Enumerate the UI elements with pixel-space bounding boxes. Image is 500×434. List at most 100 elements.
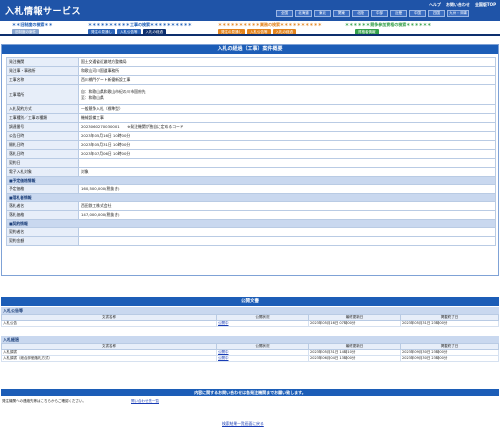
detail-row: 落札日時 2023年07月06日 10時00分: [6, 149, 496, 159]
region-tab[interactable]: 北海道: [295, 10, 312, 17]
site-title: 入札情報サービス: [5, 7, 82, 17]
doc-name: 入札公告: [1, 320, 217, 327]
estimate-section-title: ■予定価格情報: [6, 176, 496, 185]
past-search-title: 旧制度の検索: [20, 22, 45, 27]
row-label: 入札契約方式: [6, 104, 79, 114]
region-tabs: 全国 北海道 東北 関東 北陸 中部 近畿 中国 四国 九州・沖縄: [276, 10, 469, 17]
row-label: 工事場所: [6, 84, 79, 105]
section-header: ■予定価格情報: [6, 176, 496, 185]
detail-title: 入札の経過（工事）案件概要: [2, 45, 498, 54]
row-value: 機械設備工事: [78, 113, 496, 123]
contract-section-title: ■契約情報: [6, 219, 496, 228]
row-label: 発注機関: [6, 57, 79, 67]
table-row: 入札調書（総合評価落札方式） 公開中 2023年06月04日 13時00分 20…: [1, 355, 499, 362]
notice-documents-table: 文書名称 公開状況 最終更新日 掲載終了日 入札公告 公開中 2023年05月1…: [1, 314, 499, 327]
row-value: 西川橋門ゲート新優新設工事: [78, 75, 496, 85]
row-value: 和歌山河川国道事務所: [78, 66, 496, 76]
nav-divider: [0, 34, 500, 36]
doc-updated: 2023年05月16日 07時00分: [308, 320, 401, 327]
row-value: 2023年05月31日 10時00分: [78, 140, 496, 150]
public-documents: 公開文書 入札公告等 文書名称 公開状況 最終更新日 掲載終了日 入札公告 公開…: [1, 297, 499, 362]
row-label: 発注事・事務所: [6, 66, 79, 76]
search-navigation: ＊＊旧制度の検索＊＊ 旧制度の案件 ＊＊＊＊＊＊＊＊＊＊工事の検索＊＊＊＊＊＊＊…: [0, 21, 500, 36]
region-tab[interactable]: 関東: [333, 10, 350, 17]
doc-name: 入札調書（総合評価落札方式）: [1, 355, 217, 362]
section-header: ■落札者情報: [6, 193, 496, 202]
region-tab[interactable]: 北陸: [352, 10, 369, 17]
top-links: ヘルプ お問い合わせ 全国版TOP: [429, 2, 496, 8]
row-value: 自：和歌山県和歌山市紀の川市国府先 至：和歌山県: [78, 84, 496, 105]
inquiry-text: 発注機関への連絡先等はこちらからご確認ください。: [2, 399, 86, 403]
row-label: 契約者名: [6, 227, 79, 237]
row-value: 2023年05月16日 10時00分: [78, 131, 496, 141]
detail-row: 発注事・事務所 和歌山河川国道事務所: [6, 66, 496, 76]
row-value: 国土交通省近畿地方整備局: [78, 57, 496, 67]
detail-row: 入札契約方式 一般競争入札（標準型）: [6, 104, 496, 114]
detail-row: 発注機関 国土交通省近畿地方整備局: [6, 57, 496, 67]
row-label: 公告日時: [6, 131, 79, 141]
works-search-title: 工事の検索: [130, 22, 150, 27]
contact-list-link[interactable]: 問い合わせ先一覧: [131, 399, 159, 404]
row-value: 対象: [78, 167, 496, 177]
row-value: 西田鉄工株式会社: [78, 201, 496, 211]
result-group-title: 入札経過: [1, 336, 499, 343]
row-value: [78, 236, 496, 246]
row-value: 一般競争入札（標準型）: [78, 104, 496, 114]
row-label: 電子入札対象: [6, 167, 79, 177]
winner-section-title: ■落札者情報: [6, 193, 496, 202]
qualification-search-title: 競争参加資格の検索: [370, 22, 407, 27]
doc-end: 2023年05月31日 23時00分: [400, 320, 499, 327]
row-value: 160,500,000(税抜き): [78, 184, 496, 194]
detail-row: 契約金額: [6, 236, 496, 246]
row-label: 落札日時: [6, 149, 79, 159]
table-row: 入札公告 公開中 2023年05月16日 07時00分 2023年05月31日 …: [1, 320, 499, 327]
row-label: 調達番号: [6, 122, 79, 132]
row-label: 開札日時: [6, 140, 79, 150]
national-top-link[interactable]: 全国版TOP: [475, 2, 496, 8]
doc-status-link[interactable]: 公開中: [216, 355, 309, 362]
row-value: [78, 158, 496, 168]
row-value: 2023年07月06日 10時00分: [78, 149, 496, 159]
doc-status-link[interactable]: 公開中: [216, 320, 309, 327]
row-label: 落札者名: [6, 201, 79, 211]
row-label: 工事名称: [6, 75, 79, 85]
detail-row: 契約日: [6, 158, 496, 168]
row-value: 147,000,000(税抜き): [78, 210, 496, 220]
detail-row: 電子入札対象 対象: [6, 167, 496, 177]
detail-row: 工事種別／工事の種類 機械設備工事: [6, 113, 496, 123]
help-link[interactable]: ヘルプ: [429, 2, 441, 8]
region-tab[interactable]: 東北: [314, 10, 331, 17]
row-label: 予定価格: [6, 184, 79, 194]
contact-link[interactable]: お問い合わせ: [446, 2, 470, 8]
region-tab[interactable]: 全国: [276, 10, 293, 17]
detail-row: 工事名称 西川橋門ゲート新優新設工事: [6, 75, 496, 85]
region-tab[interactable]: 中国: [409, 10, 426, 17]
region-tab[interactable]: 中部: [371, 10, 388, 17]
inquiry-row: 発注機関への連絡先等はこちらからご確認ください。 問い合わせ先一覧: [1, 398, 499, 405]
row-value: 2023060270030001 ※発注機関が独自に定めるコード: [78, 122, 496, 132]
result-documents-table: 文書名称 公開状況 最終更新日 掲載終了日 入札調書 公開中 2023年05月3…: [1, 343, 499, 362]
documents-title: 公開文書: [1, 297, 499, 306]
detail-row: 開札日時 2023年05月31日 10時00分: [6, 140, 496, 150]
row-label: 落札価格: [6, 210, 79, 220]
region-tab[interactable]: 九州・沖縄: [447, 10, 469, 17]
row-label: 契約日: [6, 158, 79, 168]
doc-end: 2023年09月30日 23時00分: [400, 355, 499, 362]
services-search-title: 業務の検索: [260, 22, 280, 27]
detail-row: 予定価格 160,500,000(税抜き): [6, 184, 496, 194]
detail-table: 発注機関 国土交通省近畿地方整備局 発注事・事務所 和歌山河川国道事務所 工事名称西…: [6, 57, 496, 246]
detail-row: 調達番号 2023060270030001 ※発注機関が独自に定めるコード: [6, 122, 496, 132]
detail-row: 公告日時 2023年05月16日 10時00分: [6, 131, 496, 141]
region-tab[interactable]: 四国: [428, 10, 445, 17]
detail-row: 工事場所 自：和歌山県和歌山市紀の川市国府先 至：和歌山県: [6, 84, 496, 105]
detail-panel: 入札の経過（工事）案件概要 発注機関 国土交通省近畿地方整備局 発注事・事務所 和歌…: [1, 44, 499, 276]
back-to-results-link[interactable]: 検索結果一覧画面に戻る: [222, 421, 264, 427]
section-header: ■契約情報: [6, 219, 496, 228]
notice-group-title: 入札公告等: [1, 307, 499, 314]
doc-updated: 2023年06月04日 13時00分: [308, 355, 401, 362]
detail-row: 落札価格 147,000,000(税抜き): [6, 210, 496, 220]
row-value: [78, 227, 496, 237]
region-tab[interactable]: 近畿: [390, 10, 407, 17]
row-label: 工事種別／工事の種類: [6, 113, 79, 123]
row-label: 契約金額: [6, 236, 79, 246]
